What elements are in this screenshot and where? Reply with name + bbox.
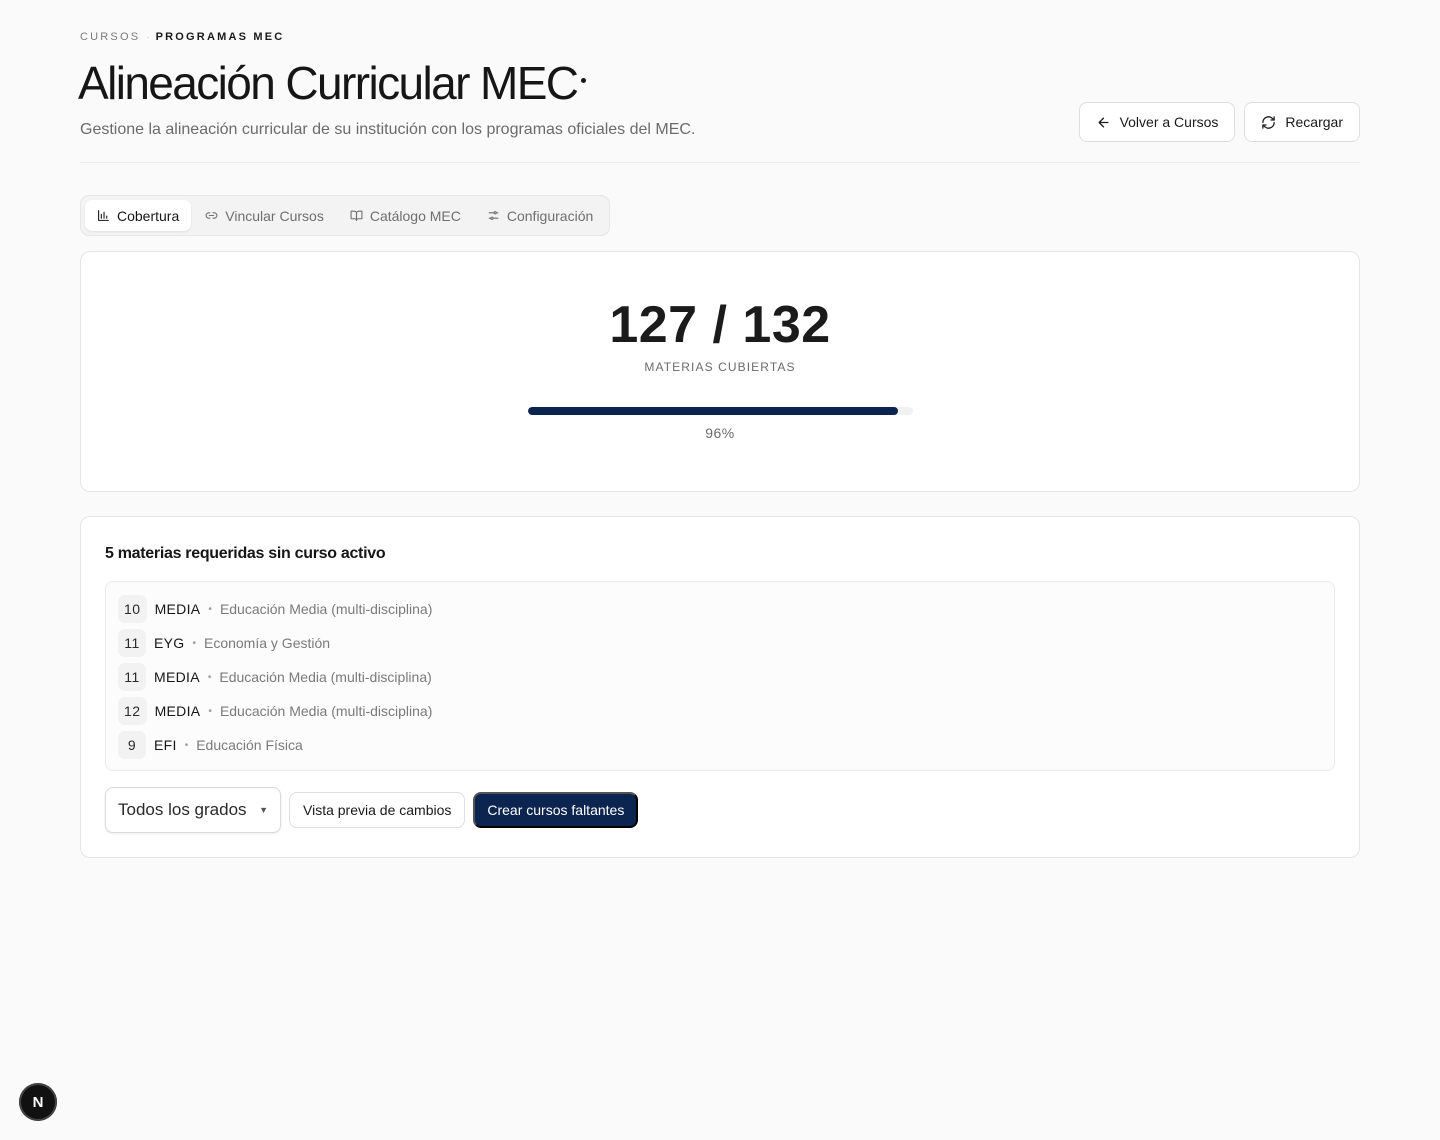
subject-code: EYG <box>154 635 185 651</box>
missing-actions: Todos los grados ▼ Vista previa de cambi… <box>105 787 639 833</box>
arrow-left-icon <box>1098 117 1109 127</box>
bar-chart-icon <box>98 210 109 221</box>
header-divider <box>80 162 1360 163</box>
list-item: 11 MEDIA • Educación Media (multi-disciplin… <box>118 660 1322 694</box>
grade-badge: 10 <box>118 595 147 623</box>
grade-badge: 9 <box>118 731 146 759</box>
preview-changes-button[interactable]: Vista previa de cambios <box>289 792 466 828</box>
chevron-down-icon: ▼ <box>259 805 268 815</box>
subject-name: Educación Física <box>196 737 303 753</box>
tab-cobertura-label: Cobertura <box>117 207 180 224</box>
breadcrumb-cursos[interactable]: CURSOS <box>80 31 140 43</box>
reload-button[interactable]: Recargar <box>1244 102 1360 142</box>
list-item: 10 MEDIA • Educación Media (multi-disciplin… <box>118 592 1322 626</box>
page-title-wrapper: Alineación Curricular MEC <box>78 56 587 110</box>
missing-subjects-title: 5 materias requeridas sin curso activo <box>105 545 386 562</box>
coverage-percent: 96% <box>705 425 735 441</box>
coverage-count: 127 / 132 <box>609 296 831 354</box>
page-subtitle: Gestione la alineación curricular de su … <box>80 121 696 138</box>
coverage-progress-fill <box>528 407 898 415</box>
tab-catalogo-mec-label: Catálogo MEC <box>369 207 461 224</box>
list-item: 9 EFI • Educación Física <box>118 728 1322 762</box>
grade-badge: 12 <box>118 697 147 725</box>
header-actions: Volver a Cursos Recargar <box>1078 102 1360 142</box>
grade-filter-select[interactable]: Todos los grados ▼ <box>105 787 281 833</box>
row-separator: • <box>208 705 212 717</box>
subject-name: Educación Media (multi-disciplina) <box>219 703 433 719</box>
book-open-icon <box>350 210 363 221</box>
coverage-progress-bar <box>528 407 913 415</box>
tab-bar: Cobertura Vincular Cursos Catálogo MEC C… <box>80 195 611 236</box>
tab-cobertura[interactable]: Cobertura <box>85 200 192 231</box>
missing-subjects-list: 10 MEDIA • Educación Media (multi-disciplin… <box>105 581 1335 771</box>
subject-name: Educación Media (multi-disciplina) <box>219 601 433 617</box>
row-separator: • <box>208 603 212 615</box>
subject-code: EFI <box>154 737 177 753</box>
back-to-courses-label: Volver a Cursos <box>1119 114 1219 130</box>
tab-catalogo-mec[interactable]: Catálogo MEC <box>338 200 473 231</box>
grade-badge: 11 <box>118 629 146 657</box>
dev-tools-badge[interactable]: N <box>19 1083 57 1121</box>
tab-configuracion[interactable]: Configuración <box>475 200 605 231</box>
list-item: 12 MEDIA • Educación Media (multi-disciplin… <box>118 694 1322 728</box>
subject-code: MEDIA <box>154 601 201 617</box>
create-missing-courses-button[interactable]: Crear cursos faltantes <box>473 792 639 828</box>
link-icon <box>205 212 218 219</box>
breadcrumb-separator: · <box>146 31 150 43</box>
page-title: Alineación Curricular MEC <box>78 57 579 109</box>
grade-filter-value: Todos los grados <box>118 800 247 819</box>
subject-name: Educación Media (multi-disciplina) <box>219 669 432 685</box>
title-dot <box>581 78 587 83</box>
row-separator: • <box>184 739 189 751</box>
coverage-card: 127 / 132 MATERIAS CUBIERTAS 96% <box>80 251 1360 492</box>
missing-subjects-card: 5 materias requeridas sin curso activo 1… <box>80 516 1360 858</box>
subject-code: MEDIA <box>154 669 200 685</box>
breadcrumb: CURSOS · PROGRAMAS MEC <box>80 31 284 43</box>
list-item: 11 EYG • Economía y Gestión <box>118 626 1322 660</box>
refresh-icon <box>1262 115 1276 129</box>
breadcrumb-current: PROGRAMAS MEC <box>155 31 285 43</box>
tab-vincular-cursos[interactable]: Vincular Cursos <box>193 200 336 231</box>
subject-code: MEDIA <box>154 703 201 719</box>
tab-vincular-cursos-label: Vincular Cursos <box>225 207 324 224</box>
reload-label: Recargar <box>1285 114 1343 130</box>
row-separator: • <box>207 671 212 683</box>
back-to-courses-button[interactable]: Volver a Cursos <box>1078 102 1236 142</box>
tab-configuracion-label: Configuración <box>506 207 594 224</box>
sliders-icon <box>488 211 499 220</box>
subject-name: Economía y Gestión <box>203 635 331 651</box>
coverage-label: MATERIAS CUBIERTAS <box>644 360 796 374</box>
row-separator: • <box>192 637 196 649</box>
grade-badge: 11 <box>118 663 146 691</box>
